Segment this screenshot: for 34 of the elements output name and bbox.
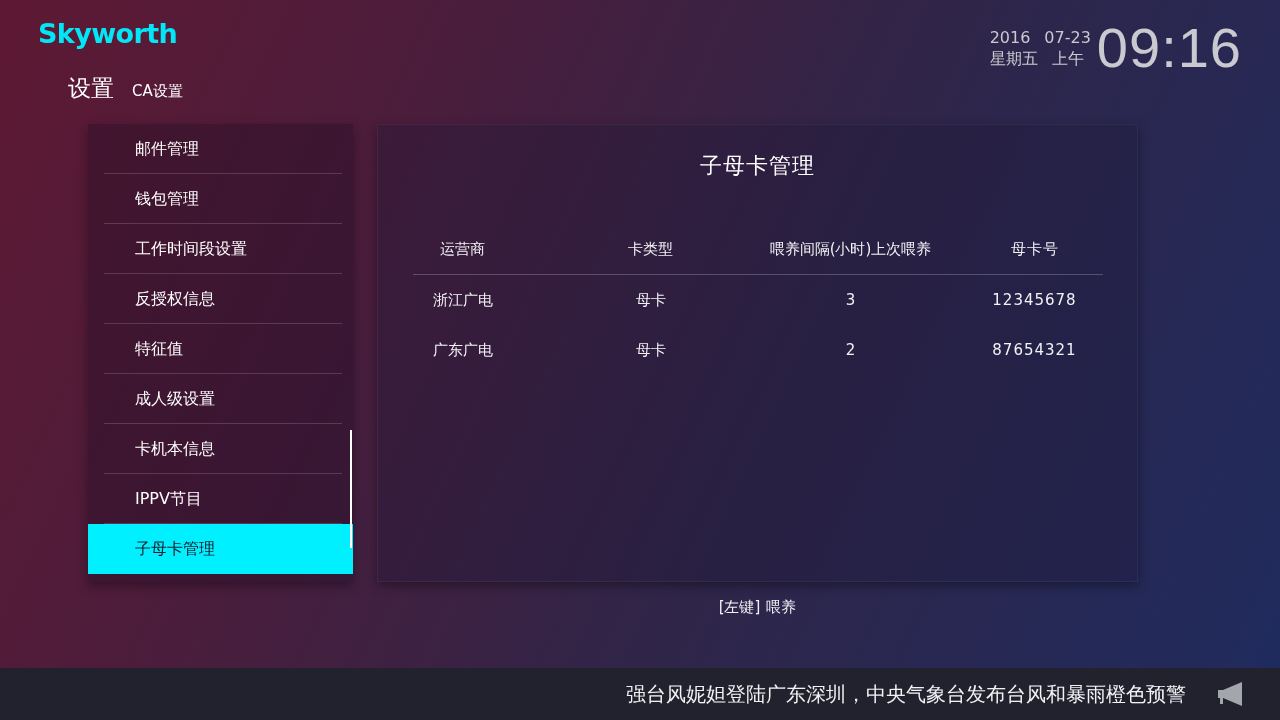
hint-label: 喂养 <box>766 598 797 617</box>
column-header: 运营商 <box>439 239 486 259</box>
clock-date: 07-23 <box>1044 27 1091 48</box>
menu-item[interactable]: 卡机本信息 <box>88 424 353 474</box>
column-header: 卡类型 <box>627 239 674 259</box>
menu-item[interactable]: 工作时间段设置 <box>88 224 353 274</box>
menu-item[interactable]: 成人级设置 <box>88 374 353 424</box>
menu-item[interactable]: IPPV节目 <box>88 474 353 524</box>
table-cell-text: 3 <box>844 291 857 309</box>
column-header: 母卡号 <box>1009 239 1060 259</box>
clock-year: 2016 <box>989 27 1031 48</box>
clock-time: 09:16 <box>1096 22 1242 74</box>
clock-weekday: 星期五 <box>989 48 1038 69</box>
table-cell-text: 母卡 <box>634 340 667 360</box>
table-cell-text: 87654321 <box>991 341 1078 359</box>
menu-item[interactable]: 反授权信息 <box>88 274 353 324</box>
menu-item[interactable]: 邮件管理 <box>88 124 353 174</box>
page-subtitle: CA设置 <box>132 82 183 101</box>
brand-logo: Skyworth <box>38 18 178 50</box>
table-cell-text: 浙江广电 <box>431 290 494 310</box>
menu-item[interactable]: 钱包管理 <box>88 174 353 224</box>
news-ticker: 强台风妮妲登陆广东深圳，中央气象台发布台风和暴雨橙色预警 <box>626 680 1186 708</box>
key-hint: [左键] <box>718 598 761 617</box>
table-cell-text: 母卡 <box>634 290 667 310</box>
panel-title: 子母卡管理 <box>700 152 815 180</box>
page-title: 设置 <box>68 74 114 103</box>
table-cell-text: 2 <box>844 341 857 359</box>
column-header: 喂养间隔(小时)上次喂养 <box>768 239 933 259</box>
menu-item[interactable]: 子母卡管理 <box>88 524 353 574</box>
table-cell-text: 12345678 <box>991 291 1078 309</box>
clock-period: 上午 <box>1051 48 1084 69</box>
megaphone-icon <box>1218 682 1244 706</box>
menu-item[interactable]: 特征值 <box>88 324 353 374</box>
table-cell-text: 广东广电 <box>431 340 494 360</box>
